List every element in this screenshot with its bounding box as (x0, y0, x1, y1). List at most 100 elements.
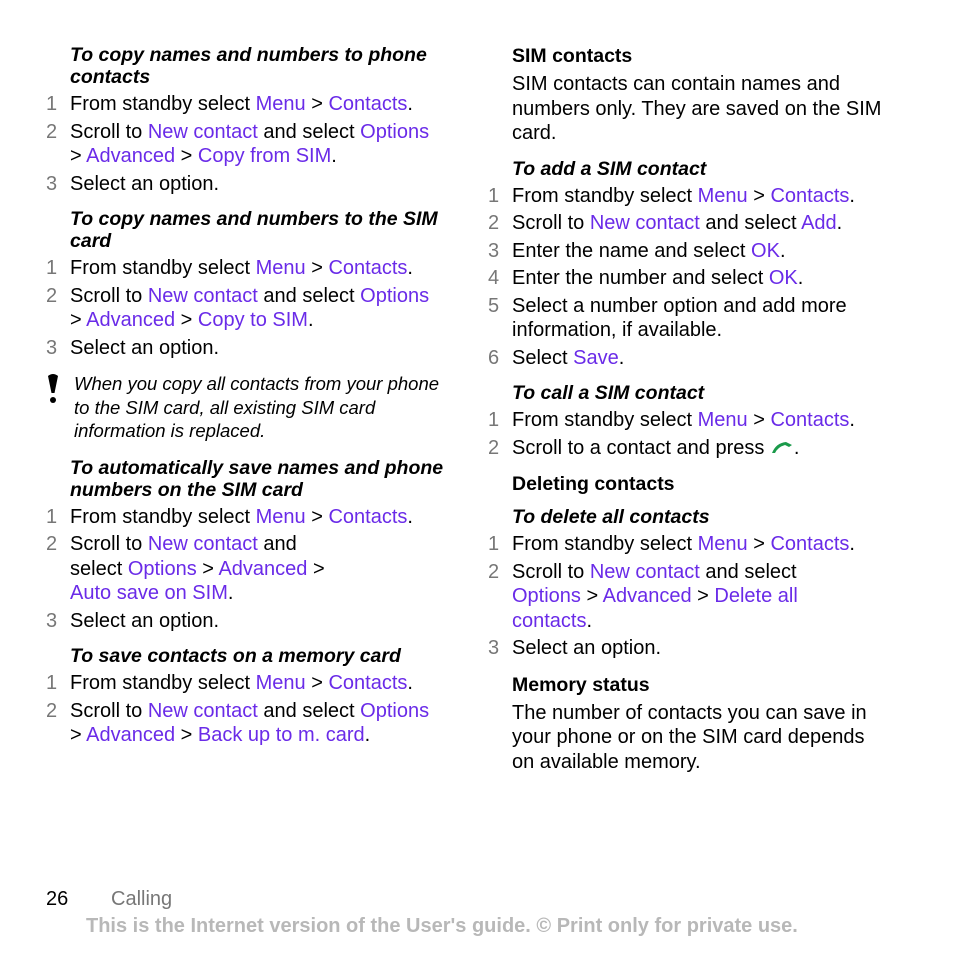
separator: > (305, 257, 329, 279)
step-number: 1 (488, 184, 500, 207)
menu-link[interactable]: Menu (256, 257, 306, 279)
step-number: 1 (46, 672, 58, 694)
step-number: 1 (488, 533, 500, 556)
step-text: From standby select (70, 505, 256, 528)
contacts-link[interactable]: Contacts (328, 506, 407, 528)
new-contact-link[interactable]: New contact (590, 561, 700, 583)
ok-link[interactable]: OK (751, 240, 780, 262)
step: 1 From standby select Menu > Contacts. (46, 256, 446, 281)
new-contact-link[interactable]: New contact (148, 121, 258, 143)
options-link[interactable]: Options (512, 585, 581, 607)
step-number: 2 (46, 533, 58, 555)
step-number: 3 (46, 609, 58, 632)
new-contact-link[interactable]: New contact (148, 533, 258, 555)
step: 4 Enter the number and select OK. (488, 266, 888, 291)
options-link[interactable]: Options (360, 121, 429, 143)
save-link[interactable]: Save (573, 347, 619, 369)
menu-link[interactable]: Menu (256, 672, 306, 694)
punct: . (793, 436, 800, 459)
step: 2 Scroll to New contact and select Option… (488, 560, 888, 634)
add-link[interactable]: Add (801, 212, 837, 234)
warning-note: When you copy all contacts from your pho… (46, 372, 446, 443)
call-key-icon (770, 436, 794, 461)
step-number: 3 (46, 172, 58, 195)
contacts-link[interactable]: Contacts (770, 533, 849, 555)
step-text: From standby select (70, 93, 256, 115)
new-contact-link[interactable]: New contact (148, 700, 258, 722)
step: 2 Scroll to New contact and select Option… (46, 120, 446, 169)
separator: > (691, 585, 715, 608)
step: 1 From standby select Menu > Contacts. (488, 532, 888, 557)
step-text: Enter the number and select (512, 267, 769, 289)
step: 3 Select an option. (46, 609, 446, 634)
menu-link[interactable]: Menu (698, 409, 748, 431)
right-column: SIM contacts SIM contacts can contain na… (488, 44, 888, 786)
new-contact-link[interactable]: New contact (148, 285, 258, 307)
menu-link[interactable]: Menu (698, 185, 748, 207)
options-link[interactable]: Options (360, 285, 429, 307)
advanced-link[interactable]: Advanced (86, 145, 175, 167)
options-link[interactable]: Options (128, 558, 197, 580)
step: 3 Select an option. (488, 636, 888, 661)
section-title: To save contacts on a memory card (70, 645, 401, 667)
punct: . (227, 582, 234, 604)
step-number: 6 (488, 346, 500, 369)
copyright-notice: This is the Internet version of the User… (86, 915, 798, 937)
step-text: Select (512, 346, 574, 369)
separator: > (580, 585, 603, 608)
section-title: To delete all contacts (512, 506, 710, 529)
advanced-link[interactable]: Advanced (86, 724, 175, 746)
step-number: 2 (488, 560, 500, 583)
step-text: From standby select (512, 409, 698, 431)
contacts-link[interactable]: Contacts (328, 672, 407, 694)
advanced-link[interactable]: Advanced (603, 585, 692, 607)
separator: > (305, 672, 329, 694)
step-number: 1 (46, 257, 58, 279)
step-text: From standby select (512, 184, 698, 207)
separator: > (70, 724, 87, 746)
copy-to-sim-link[interactable]: Copy to SIM (198, 309, 308, 331)
punct: . (407, 257, 413, 279)
advanced-link[interactable]: Advanced (218, 558, 307, 580)
step: 6 Select Save. (488, 346, 888, 371)
back-up-link[interactable]: Back up to m. card (198, 724, 365, 746)
section-call-sim-contact: To call a SIM contact 1 From standby sele… (488, 382, 888, 460)
contacts-link[interactable]: Contacts (328, 257, 407, 279)
section-title: To add a SIM contact (512, 157, 707, 180)
punct: . (364, 724, 371, 746)
menu-link[interactable]: Menu (256, 506, 306, 528)
separator: > (305, 93, 329, 115)
section-title: To automatically save names and phone nu… (70, 456, 444, 501)
menu-link[interactable]: Menu (256, 93, 306, 115)
punct: . (779, 239, 786, 262)
step-number: 1 (46, 93, 58, 115)
ok-link[interactable]: OK (769, 267, 798, 289)
note-text: When you copy all contacts from your pho… (74, 373, 440, 441)
punct: . (836, 212, 843, 234)
step-text: Scroll to (70, 120, 148, 143)
step-number: 2 (488, 436, 500, 459)
step-text: Select an option. (70, 172, 219, 195)
step-number: 2 (488, 212, 500, 234)
step-text: Enter the name and select (512, 239, 752, 262)
step: 5 Select a number option and add more inf… (488, 294, 888, 343)
contacts-link[interactable]: Contacts (770, 409, 849, 431)
advanced-link[interactable]: Advanced (86, 309, 175, 331)
step: 1 From standby select Menu > Contacts. (46, 92, 446, 117)
step-text: and select (257, 699, 361, 722)
separator: > (747, 409, 771, 431)
options-link[interactable]: Options (360, 700, 429, 722)
step-number: 4 (488, 267, 500, 289)
contacts-link[interactable]: Contacts (770, 185, 849, 207)
step-text: Scroll to (70, 284, 148, 307)
copy-from-sim-link[interactable]: Copy from SIM (198, 145, 331, 167)
contacts-link[interactable]: Contacts (328, 93, 407, 115)
step-number: 2 (46, 284, 58, 307)
auto-save-on-sim-link[interactable]: Auto save on SIM (70, 582, 228, 604)
paragraph: SIM contacts can contain names and numbe… (512, 73, 882, 144)
new-contact-link[interactable]: New contact (590, 212, 700, 234)
menu-link[interactable]: Menu (698, 533, 748, 555)
separator: > (305, 505, 329, 528)
punct: . (407, 505, 413, 528)
page-number: 26 (46, 888, 69, 910)
